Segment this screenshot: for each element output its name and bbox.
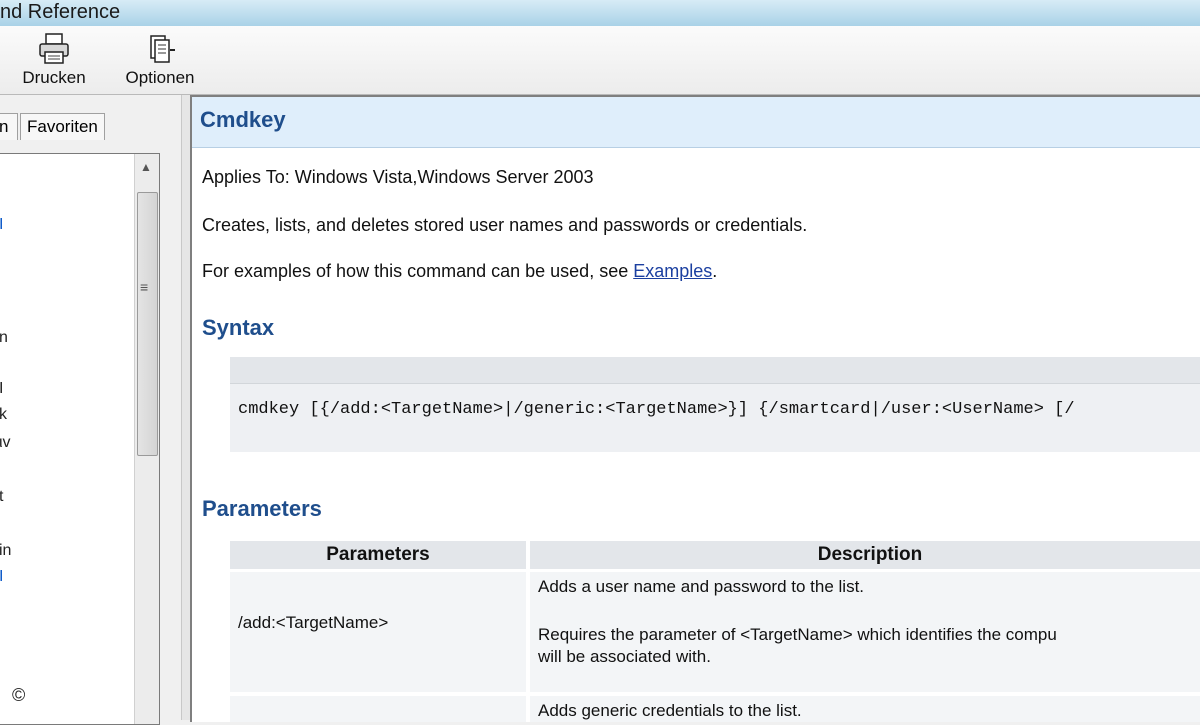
parameters-heading: Parameters (202, 496, 322, 521)
contents-tree: I n I k ιv t in I ▲ ≡ (0, 153, 160, 725)
table-cell-description: Adds generic credentials to the list. (530, 696, 1200, 722)
tree-item[interactable]: ιv (0, 434, 11, 452)
examples-suffix: . (712, 261, 718, 281)
syntax-heading: Syntax (202, 315, 275, 340)
parameter-name: /add:<TargetName> (238, 613, 389, 632)
tab-search[interactable]: n (0, 113, 18, 140)
syntax-code: cmdkey [{/add:<TargetName>|/generic:<Tar… (238, 400, 1075, 419)
tree-item[interactable]: I (0, 216, 3, 234)
print-label: Drucken (22, 68, 86, 87)
topic-title-bar: Cmdkey (192, 97, 1200, 148)
table-header-description: Description (530, 541, 1200, 569)
tree-item[interactable]: k (0, 406, 7, 424)
scroll-grip-icon: ≡ (140, 279, 149, 295)
examples-prefix: For examples of how this command can be … (202, 261, 634, 281)
topic-title: Cmdkey (200, 107, 286, 132)
scroll-up-arrow-icon[interactable]: ▲ (140, 160, 152, 174)
applies-to-text: Applies To: Windows Vista,Windows Server… (202, 167, 594, 187)
toolbar: Drucken Optionen (0, 26, 1200, 95)
tree-item[interactable]: I (0, 568, 3, 586)
print-button[interactable]: Drucken (18, 32, 90, 88)
description-text: Creates, lists, and deletes stored user … (202, 215, 808, 235)
window-title-bar: nd Reference (0, 0, 1200, 27)
description-line: will be associated with. (538, 647, 711, 666)
topic-content: Cmdkey Applies To: Windows Vista,Windows… (190, 95, 1200, 722)
table-cell-parameter (230, 696, 526, 722)
tree-item[interactable]: in (0, 542, 11, 560)
description-line: Adds a user name and password to the lis… (538, 577, 865, 596)
examples-sentence: For examples of how this command can be … (202, 261, 717, 282)
scrollbar-thumb[interactable] (137, 192, 158, 456)
table-cell-description: Adds a user name and password to the lis… (530, 572, 1200, 692)
tree-item[interactable]: n (0, 329, 8, 347)
window-title: nd Reference (0, 1, 121, 23)
code-block-header (230, 357, 1200, 384)
examples-link[interactable]: Examples (633, 261, 712, 281)
syntax-code-block: cmdkey [{/add:<TargetName>|/generic:<Tar… (230, 357, 1200, 452)
table-cell-parameter: /add:<TargetName> (230, 572, 526, 692)
options-icon (150, 35, 175, 63)
tree-item[interactable]: t (0, 488, 3, 506)
description-line: Adds generic credentials to the list. (538, 701, 802, 720)
printer-icon (39, 33, 69, 64)
tab-favorites[interactable]: Favoriten (20, 113, 105, 140)
options-button[interactable]: Optionen (120, 32, 200, 88)
tree-item[interactable]: I (0, 380, 3, 398)
tree-scrollbar[interactable]: ▲ ≡ (134, 154, 159, 724)
table-header-parameters: Parameters (230, 541, 526, 569)
copyright-mark: © (12, 685, 26, 705)
options-label: Optionen (125, 68, 195, 87)
description-line: Requires the parameter of <TargetName> w… (538, 625, 1057, 644)
navigation-pane: n Favoriten I n I k ιv t in I ▲ ≡ © (0, 95, 180, 725)
